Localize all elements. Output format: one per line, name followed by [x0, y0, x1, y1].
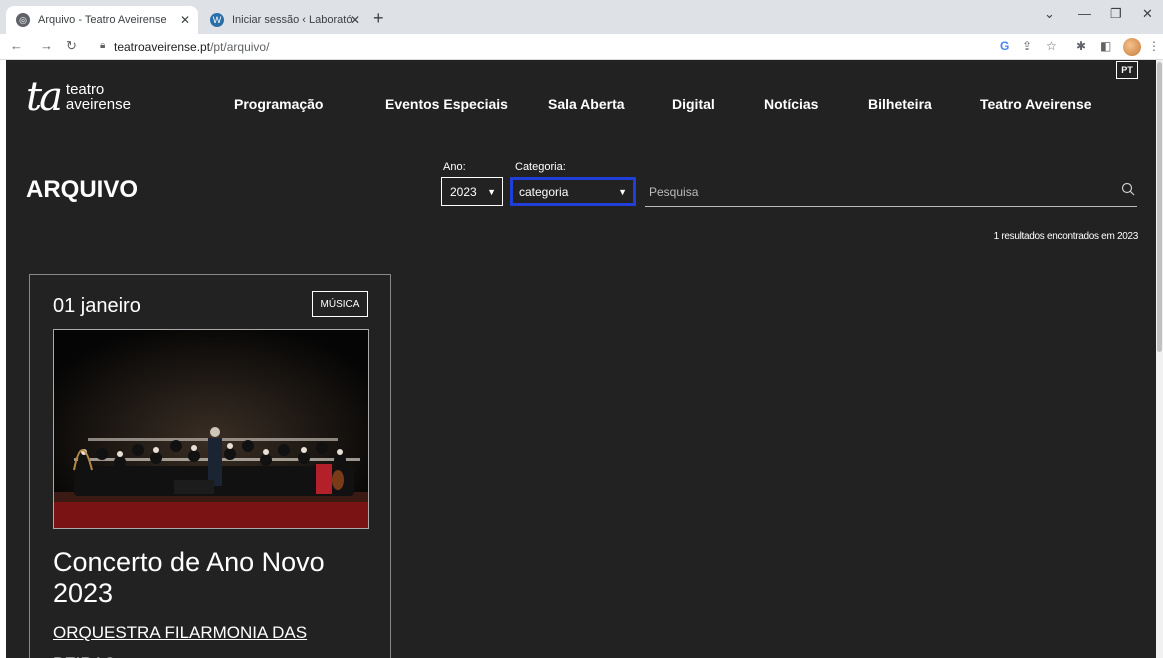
close-tab-icon[interactable]: ✕ [350, 13, 360, 27]
extensions-icon[interactable]: ✱ [1076, 39, 1086, 53]
search-placeholder: Pesquisa [649, 184, 699, 199]
forward-icon[interactable]: → [40, 38, 53, 53]
tab-arquivo[interactable]: ◎ Arquivo - Teatro Aveirense ✕ [6, 6, 198, 34]
dropdown-arrow-icon: ▼ [618, 186, 627, 197]
search-input[interactable]: Pesquisa [645, 177, 1137, 207]
year-label: Ano: [443, 161, 466, 173]
page-content: ta teatro aveirense Programação Eventos … [6, 60, 1156, 658]
close-window-icon[interactable]: ✕ [1142, 6, 1153, 22]
bookmark-star-icon[interactable]: ☆ [1046, 39, 1057, 53]
share-icon[interactable]: ⇪ [1022, 39, 1032, 53]
url-domain: teatroaveirense.pt [114, 40, 211, 54]
back-icon[interactable]: ← [10, 38, 23, 53]
globe-icon: ◎ [16, 13, 30, 27]
language-switch[interactable]: PT [1116, 61, 1138, 79]
event-subtitle-link[interactable]: ORQUESTRA FILARMONIA DAS BEIRAS [53, 617, 373, 658]
tab-title: Iniciar sessão ‹ Laboratório de Ar [232, 14, 352, 26]
year-value: 2023 [450, 184, 477, 199]
logo-mark: ta [26, 74, 63, 120]
nav-programacao[interactable]: Programação [234, 96, 323, 112]
reload-icon[interactable]: ↻ [66, 38, 77, 54]
url-path: /pt/arquivo/ [210, 40, 270, 54]
browser-tab-bar: ◎ Arquivo - Teatro Aveirense ✕ W Iniciar… [0, 0, 1163, 34]
category-value: categoria [519, 184, 569, 199]
event-photo[interactable] [53, 329, 369, 529]
category-select[interactable]: categoria ▼ [510, 177, 636, 206]
profile-avatar[interactable] [1123, 38, 1141, 56]
year-select[interactable]: 2023 ▼ [441, 177, 503, 206]
menu-dots-icon[interactable]: ⋮ [1148, 39, 1160, 53]
scrollbar-thumb[interactable] [1157, 62, 1162, 352]
url-field[interactable]: teatroaveirense.pt/pt/arquivo/ [114, 40, 269, 54]
nav-digital[interactable]: Digital [672, 96, 715, 112]
page-scrollbar[interactable] [1156, 60, 1163, 658]
logo-text: teatro aveirense [66, 82, 131, 112]
address-bar: ← → ↻ 🔒︎ teatroaveirense.pt/pt/arquivo/ … [0, 34, 1163, 60]
tab-wordpress-login[interactable]: W Iniciar sessão ‹ Laboratório de Ar ✕ [200, 6, 368, 34]
tab-search-chevron-icon[interactable]: ⌄ [1044, 6, 1055, 22]
nav-eventos-especiais[interactable]: Eventos Especiais [385, 96, 508, 112]
minimize-icon[interactable]: — [1078, 6, 1091, 21]
tab-title: Arquivo - Teatro Aveirense [38, 14, 167, 26]
event-title[interactable]: Concerto de Ano Novo 2023 [53, 547, 373, 609]
category-badge[interactable]: MÚSICA [312, 291, 368, 317]
wordpress-icon: W [210, 13, 224, 27]
side-panel-icon[interactable]: ◧ [1100, 39, 1111, 53]
search-icon[interactable] [1121, 182, 1135, 196]
restore-icon[interactable]: ❐ [1110, 6, 1122, 22]
page-title: ARQUIVO [26, 176, 139, 203]
category-label: Categoria: [515, 161, 566, 173]
event-card[interactable]: 01 janeiro MÚSICA Concerto de Ano Novo 2… [29, 274, 391, 658]
nav-noticias[interactable]: Notícias [764, 96, 818, 112]
close-tab-icon[interactable]: ✕ [180, 13, 190, 27]
nav-bilheteira[interactable]: Bilheteira [868, 96, 932, 112]
logo-line2: aveirense [65, 96, 131, 113]
nav-teatro-aveirense[interactable]: Teatro Aveirense [980, 96, 1092, 112]
google-translate-icon[interactable]: G [1000, 39, 1009, 53]
results-count: 1 resultados encontrados em 2023 [993, 231, 1139, 242]
site-logo[interactable]: ta teatro aveirense [26, 77, 131, 117]
nav-sala-aberta[interactable]: Sala Aberta [548, 96, 625, 112]
new-tab-icon[interactable]: + [373, 8, 384, 29]
dropdown-arrow-icon: ▼ [487, 186, 496, 197]
lock-icon[interactable]: 🔒︎ [100, 40, 105, 51]
event-date: 01 janeiro [53, 295, 141, 317]
